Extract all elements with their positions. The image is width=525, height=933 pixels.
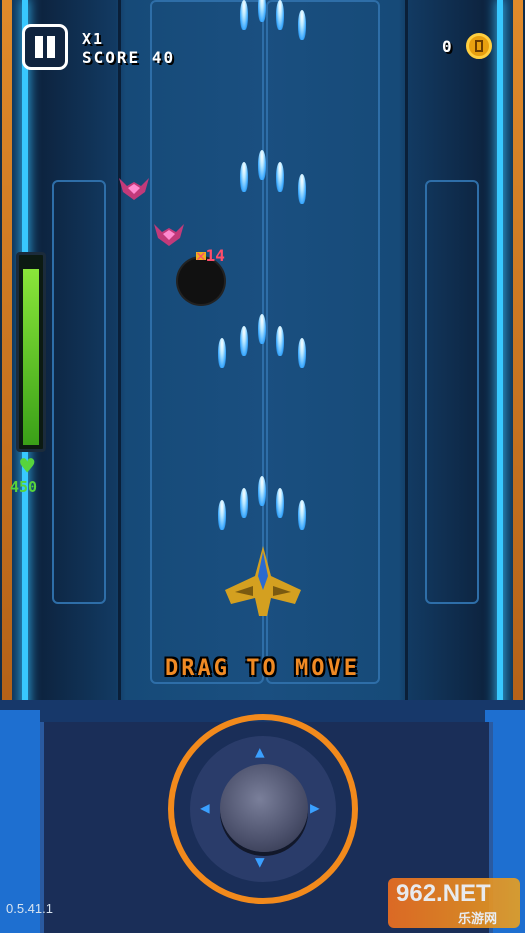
- arrow-left-icon: ◀: [200, 798, 210, 817]
- damage-popup: ✕14: [196, 246, 225, 265]
- enemy-ship: [154, 224, 184, 246]
- watermark-logo: 962.NET 乐游网: [388, 878, 520, 928]
- player-bullet: [276, 326, 284, 356]
- pause-button[interactable]: [22, 24, 68, 70]
- game-canvas[interactable]: X1 SCORE 40 0 ♥ 450 ✕14 DRAG TO MOVE ▲ ▼…: [0, 0, 525, 933]
- score-value: 40: [151, 48, 176, 67]
- wall-panel: [52, 180, 106, 604]
- health-bar: [16, 252, 46, 452]
- player-ship[interactable]: [225, 546, 301, 616]
- player-bullet: [298, 10, 306, 40]
- drag-to-move-hint: DRAG TO MOVE: [165, 656, 360, 681]
- heart-icon: ♥: [20, 452, 35, 480]
- player-bullet: [218, 338, 226, 368]
- lane-divider: [118, 0, 121, 700]
- player-bullet: [298, 338, 306, 368]
- joystick-icon[interactable]: [220, 764, 308, 852]
- player-bullet: [276, 162, 284, 192]
- watermark-sub: 乐游网: [458, 911, 498, 926]
- player-bullet: [276, 488, 284, 518]
- player-bullet: [240, 162, 248, 192]
- arrow-up-icon: ▲: [255, 742, 265, 761]
- watermark-brand: 962.NET: [396, 880, 491, 907]
- player-bullet: [258, 150, 266, 180]
- player-bullet: [240, 0, 248, 30]
- player-bullet: [298, 174, 306, 204]
- coin-count: 0: [442, 37, 454, 56]
- player-bullet: [258, 0, 266, 22]
- player-bullet: [258, 476, 266, 506]
- player-bullet: [258, 314, 266, 344]
- right-rail: [513, 0, 523, 700]
- right-glow-strip: [497, 0, 503, 720]
- player-bullet: [276, 0, 284, 30]
- player-bullet: [218, 500, 226, 530]
- coin-icon: [466, 33, 492, 59]
- console-wing-left: [0, 710, 40, 933]
- health-value: 450: [10, 478, 38, 496]
- lane-divider: [405, 0, 408, 700]
- left-rail: [2, 0, 12, 700]
- score-display: SCORE 40: [82, 48, 175, 67]
- version-text: 0.5.41.1: [6, 901, 53, 916]
- wall-panel: [425, 180, 479, 604]
- player-bullet: [240, 326, 248, 356]
- damage-value: 14: [205, 246, 225, 265]
- score-label: SCORE: [82, 48, 141, 67]
- player-bullet: [240, 488, 248, 518]
- enemy-ship: [119, 178, 149, 200]
- player-bullet: [298, 500, 306, 530]
- arrow-down-icon: ▼: [255, 852, 265, 871]
- health-bar-fill: [23, 268, 39, 445]
- multiplier-text: X1: [82, 30, 105, 48]
- arrow-right-icon: ▶: [310, 798, 320, 817]
